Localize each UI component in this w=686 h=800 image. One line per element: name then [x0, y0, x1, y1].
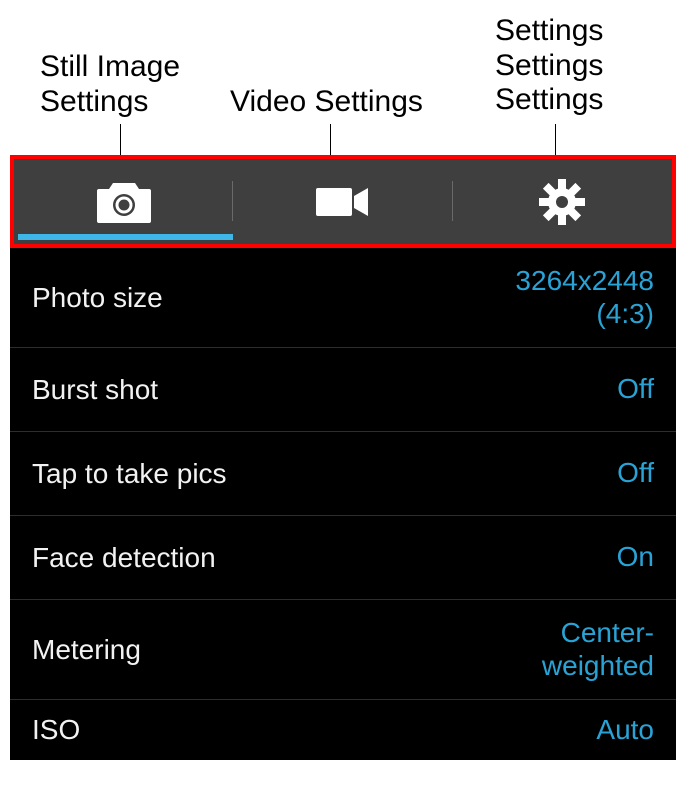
setting-value: Auto [596, 714, 654, 746]
gear-icon [539, 179, 585, 225]
setting-value: Center-weighted [542, 617, 654, 681]
setting-label: Metering [32, 634, 141, 666]
tab-bar [10, 155, 676, 248]
setting-label: Burst shot [32, 374, 158, 406]
tab-video[interactable] [233, 159, 452, 244]
setting-row-burst-shot[interactable]: Burst shot Off [10, 348, 676, 432]
settings-list: Photo size 3264x2448(4:3) Burst shot Off… [10, 248, 676, 760]
setting-row-photo-size[interactable]: Photo size 3264x2448(4:3) [10, 248, 676, 348]
annotation-video: Video Settings [230, 85, 423, 120]
tab-still-image[interactable] [14, 159, 233, 244]
camera-icon [95, 179, 153, 225]
setting-value: 3264x2448(4:3) [515, 265, 654, 329]
annotation-settings: SettingsSettingsSettings [495, 14, 603, 118]
annotation-layer: Still ImageSettings Video Settings Setti… [0, 0, 686, 155]
setting-row-iso[interactable]: ISO Auto [10, 700, 676, 760]
setting-value: Off [617, 373, 654, 405]
tab-settings[interactable] [453, 159, 672, 244]
annotation-still-image: Still ImageSettings [40, 50, 180, 119]
setting-row-tap-to-take-pics[interactable]: Tap to take pics Off [10, 432, 676, 516]
setting-value: On [617, 541, 654, 573]
active-tab-indicator [18, 234, 233, 240]
setting-label: Tap to take pics [32, 458, 227, 490]
setting-label: Photo size [32, 282, 163, 314]
settings-screen: Photo size 3264x2448(4:3) Burst shot Off… [10, 155, 676, 760]
setting-row-face-detection[interactable]: Face detection On [10, 516, 676, 600]
setting-value: Off [617, 457, 654, 489]
setting-label: Face detection [32, 542, 216, 574]
setting-label: ISO [32, 714, 80, 746]
setting-row-metering[interactable]: Metering Center-weighted [10, 600, 676, 700]
video-icon [314, 184, 372, 220]
